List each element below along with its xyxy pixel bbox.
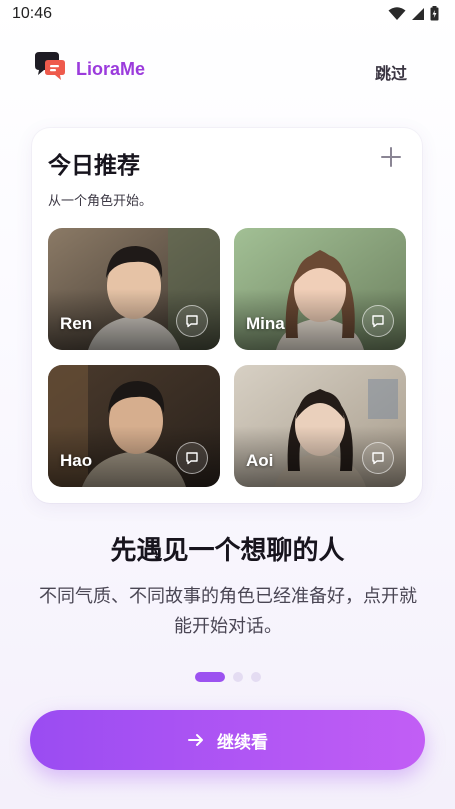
chat-bubble-icon [372, 452, 384, 465]
character-card-hao[interactable]: Hao [48, 365, 220, 487]
recommendation-card: 今日推荐 从一个角色开始。 Ren Mina Hao Aoi [32, 128, 422, 503]
character-card-ren[interactable]: Ren [48, 228, 220, 350]
status-bar: 10:46 [0, 0, 455, 30]
page-dot-active [194, 672, 225, 682]
status-icons [388, 6, 439, 21]
chat-button[interactable] [176, 442, 208, 474]
battery-icon [430, 6, 439, 21]
chat-button[interactable] [362, 442, 394, 474]
continue-button-label: 继续看 [217, 732, 268, 753]
onboarding-description: 不同气质、不同故事的角色已经准备好，点开就能开始对话。 [39, 586, 417, 637]
chat-bubble-icon [186, 315, 198, 328]
chat-bubble-icon [186, 452, 198, 465]
status-time: 10:46 [12, 5, 53, 22]
character-card-aoi[interactable]: Aoi [234, 365, 406, 487]
app-header: LioraMe 跳过 [0, 50, 455, 90]
character-card-mina[interactable]: Mina [234, 228, 406, 350]
skip-button[interactable]: 跳过 [375, 60, 407, 84]
cellular-signal-icon [412, 7, 424, 20]
chat-button[interactable] [362, 305, 394, 337]
wifi-icon [388, 6, 406, 20]
character-name: Ren [60, 314, 93, 333]
chat-button[interactable] [176, 305, 208, 337]
page-indicator [0, 672, 455, 682]
page-dot [250, 672, 261, 682]
onboarding-headline: 先遇见一个想聊的人 [110, 536, 345, 566]
add-icon[interactable] [380, 146, 402, 168]
card-subtitle: 从一个角色开始。 [48, 194, 153, 209]
continue-button[interactable]: 继续看 [30, 710, 425, 770]
character-name: Mina [246, 314, 285, 333]
card-title: 今日推荐 [48, 153, 140, 179]
page-dot [232, 672, 243, 682]
brand-name: LioraMe [76, 59, 146, 79]
chat-bubble-icon [372, 315, 384, 328]
character-name: Aoi [246, 451, 274, 470]
arrow-right-icon [188, 734, 203, 746]
app-logo-icon [35, 52, 65, 80]
character-name: Hao [60, 451, 93, 470]
